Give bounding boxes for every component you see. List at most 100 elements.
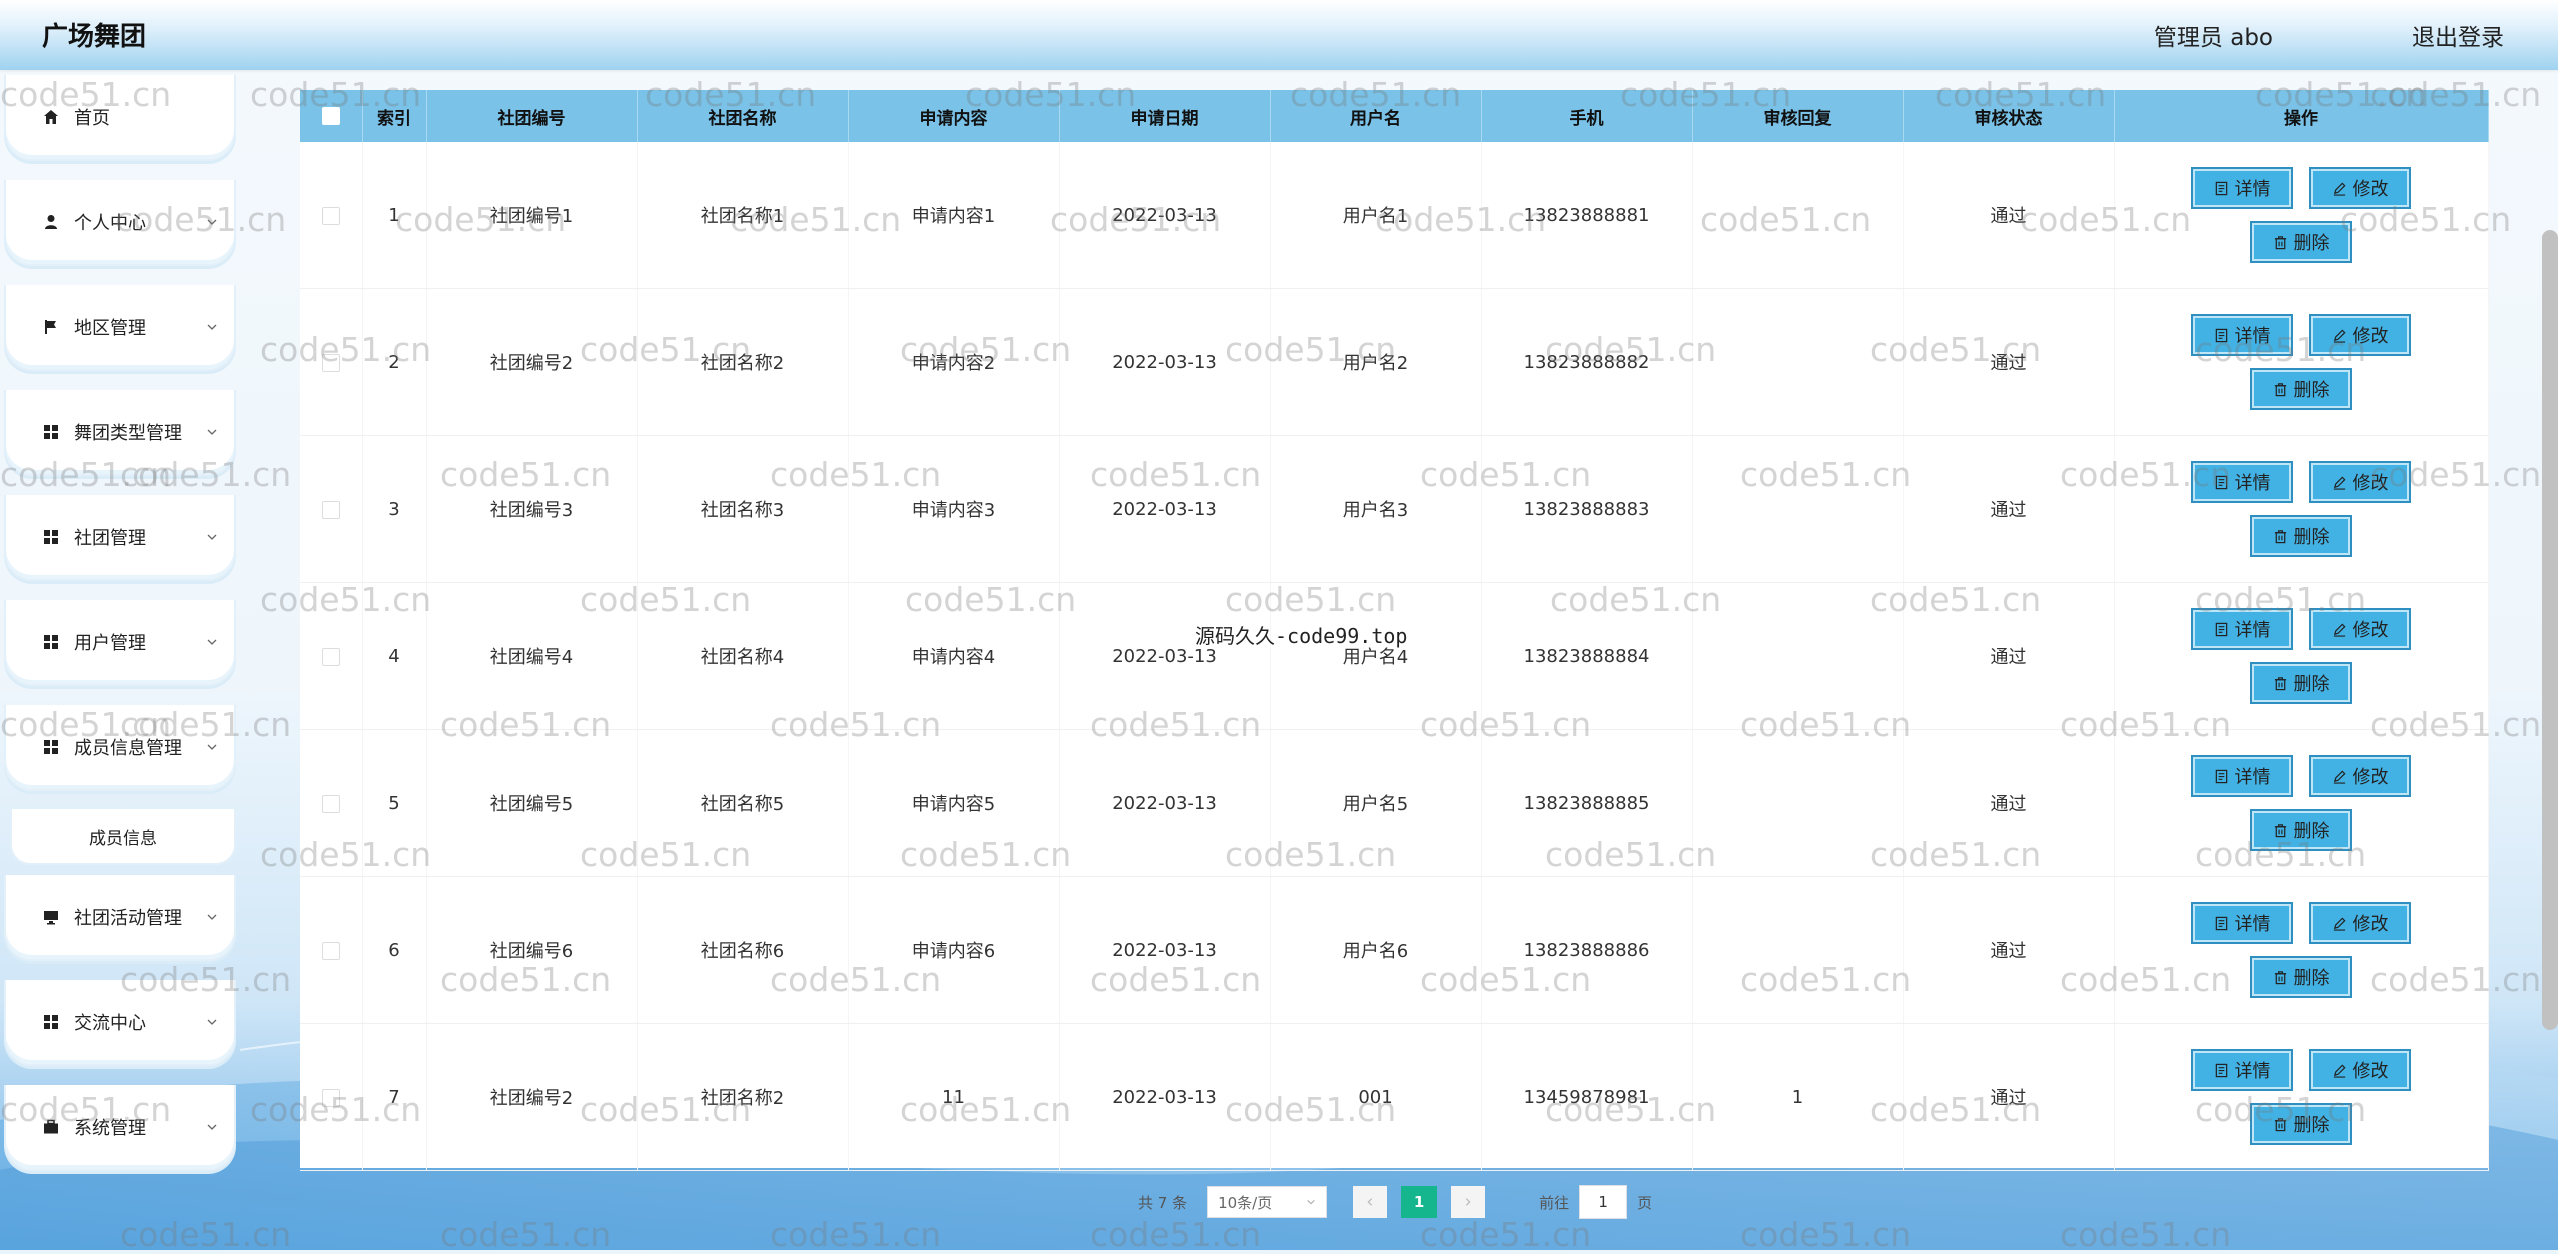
sidebar-item-label: 地区管理 [74,318,146,339]
table-row: 6 社团编号6 社团名称6 申请内容6 2022-03-13 用户名6 1382388888… [300,876,2489,1024]
row-checkbox[interactable] [300,582,363,730]
detail-button[interactable]: 详情 [2191,902,2293,944]
review-status-cell: 通过 [1903,1023,2115,1171]
review-status-cell: 通过 [1903,435,2115,583]
row-index-cell: 4 [362,582,427,730]
club-id-cell: 社团编号2 [426,1023,638,1171]
phone-cell: 13823888885 [1481,729,1693,877]
column-header: 申请日期 [1059,90,1271,142]
sidebar-item-profile[interactable]: 个人中心 [4,180,236,266]
club-name-cell: 社团名称2 [637,1023,849,1171]
club-id-cell: 社团编号2 [426,288,638,436]
sidebar-item-dance-type[interactable]: 舞团类型管理 [4,390,236,476]
edit-button[interactable]: 修改 [2309,461,2411,503]
column-header: 社团编号 [426,90,638,142]
review-reply-cell: 1 [1692,1023,1904,1171]
logout-link[interactable]: 退出登录 [2412,18,2504,52]
club-name-cell: 社团名称2 [637,288,849,436]
sidebar-item-member-info[interactable]: 成员信息管理 [4,705,236,791]
chevron-down-icon [207,744,217,750]
select-all-checkbox[interactable] [300,90,363,142]
prev-page-button[interactable] [1353,1186,1388,1218]
edit-button-label: 修改 [2352,473,2389,494]
delete-button[interactable]: 删除 [2250,956,2352,998]
username-cell: 用户名1 [1270,142,1482,289]
delete-button[interactable]: 删除 [2250,368,2352,410]
grid-icon [42,423,60,441]
username-cell: 用户名5 [1270,729,1482,877]
delete-button-label: 删除 [2293,674,2330,695]
phone-cell: 13823888884 [1481,582,1693,730]
sidebar-item-system[interactable]: 系统管理 [4,1085,236,1171]
edit-button[interactable]: 修改 [2309,314,2411,356]
row-checkbox[interactable] [300,729,363,877]
phone-cell: 13823888886 [1481,876,1693,1024]
column-header: 索引 [362,90,427,142]
edit-button-label: 修改 [2352,914,2389,935]
goto-label: 前往 [1539,1193,1570,1212]
detail-button[interactable]: 详情 [2191,167,2293,209]
apply-content-cell: 申请内容6 [848,876,1060,1024]
row-checkbox[interactable] [300,876,363,1024]
phone-cell: 13459878981 [1481,1023,1693,1171]
delete-button[interactable]: 删除 [2250,1103,2352,1145]
edit-button[interactable]: 修改 [2309,1049,2411,1091]
delete-button-label: 删除 [2293,1115,2330,1136]
sidebar-item-club[interactable]: 社团管理 [4,495,236,581]
delete-button-label: 删除 [2293,968,2330,989]
row-index-cell: 1 [362,142,427,289]
sidebar-item-label: 用户管理 [74,633,146,654]
detail-button-label: 详情 [2234,914,2271,935]
actions-cell: 详情 修改 删除 [2114,435,2489,583]
apply-date-cell: 2022-03-13 [1059,582,1271,730]
actions-cell: 详情 修改删除 [2114,876,2489,1024]
sidebar-item-label: 社团管理 [74,528,146,549]
edit-button[interactable]: 修改 [2309,608,2411,650]
edit-button[interactable]: 修改 [2309,902,2411,944]
review-status-cell: 通过 [1903,729,2115,877]
delete-button[interactable]: 删除 [2250,515,2352,557]
edit-button-label: 修改 [2352,1061,2389,1082]
column-header: 手机 [1481,90,1693,142]
sidebar-item-home[interactable]: 首页 [4,75,236,161]
document-icon [2214,328,2229,343]
edit-button[interactable]: 修改 [2309,755,2411,797]
briefcase-icon [42,1118,60,1136]
detail-button[interactable]: 详情 [2191,1049,2293,1091]
detail-button[interactable]: 详情 [2191,461,2293,503]
page-size-select[interactable]: 10条/页 [1207,1186,1328,1218]
sidebar-item-club-activity[interactable]: 社团活动管理 [4,875,236,961]
row-checkbox[interactable] [300,435,363,583]
sidebar-item-users[interactable]: 用户管理 [4,600,236,686]
page-number-current[interactable]: 1 [1401,1186,1438,1218]
edit-icon [2332,181,2347,196]
scrollbar[interactable] [2542,230,2558,1030]
delete-button[interactable]: 删除 [2250,809,2352,851]
column-header: 社团名称 [637,90,849,142]
grid-icon [42,1013,60,1031]
row-checkbox[interactable] [300,1023,363,1171]
row-checkbox[interactable] [300,288,363,436]
sidebar-item-region[interactable]: 地区管理 [4,285,236,371]
sidebar-subitem-member-info[interactable]: 成员信息 [10,809,236,865]
table-row: 1 社团编号1 社团名称1 申请内容1 2022-03-13 用户名1 1382388888… [300,142,2489,289]
goto-page-input[interactable]: 1 [1579,1185,1628,1219]
delete-button[interactable]: 删除 [2250,221,2352,263]
detail-button-label: 详情 [2234,620,2271,641]
delete-button[interactable]: 删除 [2250,662,2352,704]
edit-button[interactable]: 修改 [2309,167,2411,209]
document-icon [2214,1063,2229,1078]
table-header-row: 索引 社团编号 社团名称 申请内容 申请日期 用户名 手机 审核回复 审核状态 … [300,90,2489,142]
detail-button[interactable]: 详情 [2191,608,2293,650]
actions-cell: 详情 修改删除 [2114,1023,2489,1171]
detail-button[interactable]: 详情 [2191,314,2293,356]
document-icon [2214,916,2229,931]
grid-icon [42,738,60,756]
sidebar-item-exchange[interactable]: 交流中心 [4,980,236,1066]
club-name-cell: 社团名称3 [637,435,849,583]
review-reply-cell [1692,142,1904,289]
row-checkbox[interactable] [300,142,363,289]
club-name-cell: 社团名称4 [637,582,849,730]
next-page-button[interactable] [1451,1186,1486,1218]
detail-button[interactable]: 详情 [2191,755,2293,797]
